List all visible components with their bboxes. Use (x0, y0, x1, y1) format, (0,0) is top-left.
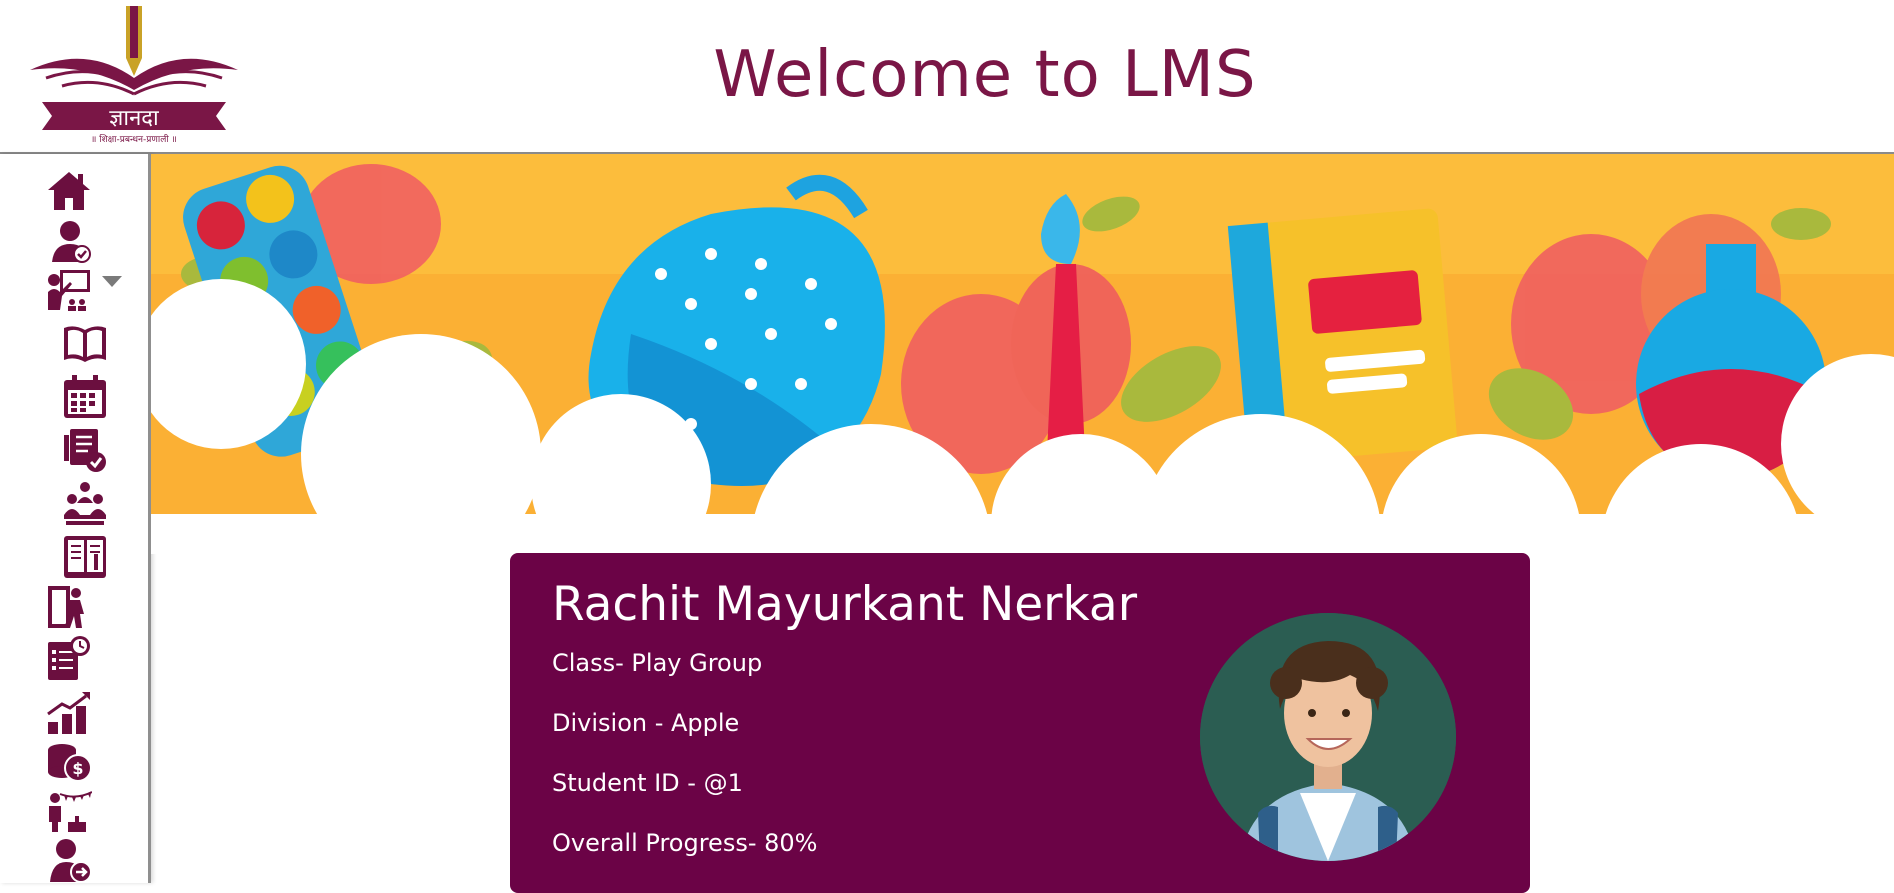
user-check-icon[interactable] (48, 218, 94, 264)
classroom-icon[interactable] (62, 481, 108, 527)
page-title: Welcome to LMS (713, 38, 1257, 112)
top-header: ज्ञानदा ॥ शिक्षा-प्रबन्धन-प्रणाली ॥ Welc… (0, 0, 1894, 154)
checklist-icon[interactable] (62, 427, 108, 473)
chevron-down-icon[interactable] (102, 276, 122, 287)
student-overall-progress: Overall Progress- 80% (552, 829, 818, 857)
student-class: Class- Play Group (552, 649, 763, 677)
open-book-icon[interactable] (62, 320, 108, 366)
student-avatar (1200, 613, 1456, 861)
study-material-icon[interactable] (62, 534, 108, 580)
logout-icon[interactable] (48, 838, 94, 884)
school-supplies-banner (151, 154, 1894, 554)
progress-chart-icon[interactable] (46, 690, 92, 736)
exit-door-icon[interactable] (46, 584, 92, 630)
student-id: Student ID - @1 (552, 769, 743, 797)
student-division: Division - Apple (552, 709, 740, 737)
svg-text:$: $ (72, 759, 83, 778)
student-name: Rachit Mayurkant Nerkar (552, 577, 1138, 632)
student-profile-card: Rachit Mayurkant Nerkar Class- Play Grou… (510, 553, 1530, 893)
fees-icon[interactable]: $ (46, 740, 92, 786)
logo-tagline: ॥ शिक्षा-प्रबन्धन-प्रणाली ॥ (91, 133, 177, 145)
teacher-board-icon[interactable] (46, 266, 92, 312)
timed-test-icon[interactable] (46, 636, 92, 682)
calendar-icon[interactable] (62, 374, 108, 420)
events-icon[interactable] (46, 788, 92, 834)
home-icon[interactable] (46, 168, 92, 214)
